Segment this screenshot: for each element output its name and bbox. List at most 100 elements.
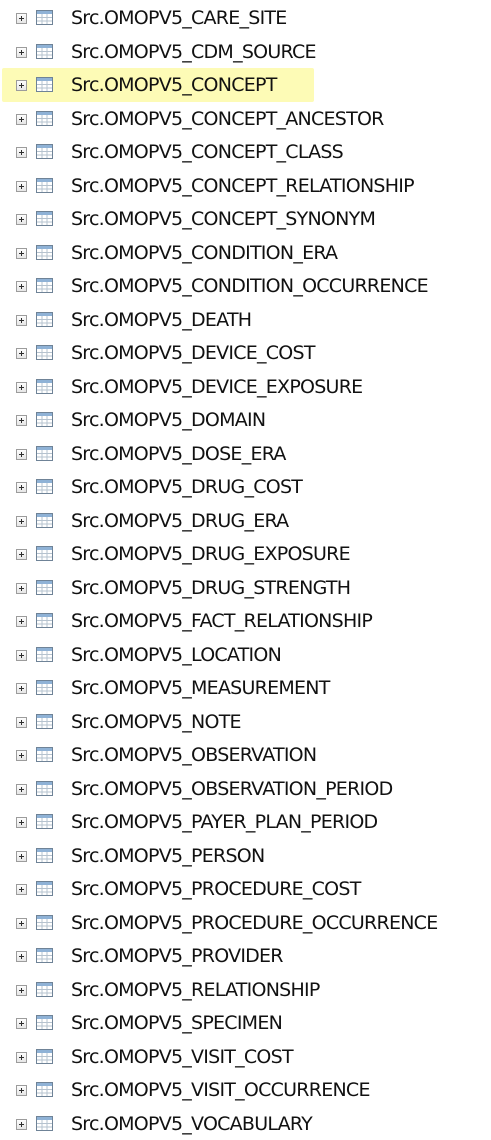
expand-plus-icon[interactable]: [16, 449, 27, 460]
expand-plus-icon[interactable]: [16, 750, 27, 761]
tree-node[interactable]: Src.OMOPV5_VOCABULARY: [0, 1107, 491, 1140]
tree-node[interactable]: Src.OMOPV5_CONCEPT_SYNONYM: [0, 202, 491, 236]
tree-node[interactable]: Src.OMOPV5_CONDITION_ERA: [0, 236, 491, 270]
expand-plus-icon[interactable]: [16, 851, 27, 862]
table-icon: [36, 1082, 53, 1097]
expand-plus-icon[interactable]: [16, 516, 27, 527]
tree-node[interactable]: Src.OMOPV5_DEVICE_EXPOSURE: [0, 370, 491, 404]
tree-node-label: Src.OMOPV5_CARE_SITE: [71, 6, 287, 30]
expand-plus-icon[interactable]: [16, 281, 27, 292]
expand-plus-icon[interactable]: [16, 1119, 27, 1130]
tree-node[interactable]: Src.OMOPV5_OBSERVATION_PERIOD: [0, 772, 491, 806]
expand-plus-icon[interactable]: [16, 918, 27, 929]
expand-plus-icon[interactable]: [16, 147, 27, 158]
expand-plus-icon[interactable]: [16, 1052, 27, 1063]
tree-node[interactable]: Src.OMOPV5_PROCEDURE_COST: [0, 872, 491, 906]
expand-plus-icon[interactable]: [16, 1085, 27, 1096]
expand-plus-icon[interactable]: [16, 683, 27, 694]
table-icon: [36, 111, 53, 126]
expand-plus-icon[interactable]: [16, 784, 27, 795]
tree-node[interactable]: Src.OMOPV5_LOCATION: [0, 638, 491, 672]
expand-plus-icon[interactable]: [16, 13, 27, 24]
tree-node[interactable]: Src.OMOPV5_CDM_SOURCE: [0, 35, 491, 69]
expand-plus-icon[interactable]: [16, 181, 27, 192]
expand-plus-icon[interactable]: [16, 415, 27, 426]
tree-node[interactable]: Src.OMOPV5_DRUG_EXPOSURE: [0, 537, 491, 571]
expand-plus-icon[interactable]: [16, 315, 27, 326]
tree-node[interactable]: Src.OMOPV5_DRUG_STRENGTH: [0, 571, 491, 605]
expand-plus-icon[interactable]: [16, 382, 27, 393]
tree-node[interactable]: Src.OMOPV5_OBSERVATION: [0, 738, 491, 772]
tree-node-label: Src.OMOPV5_CONCEPT_SYNONYM: [71, 207, 375, 231]
tree-node-label: Src.OMOPV5_SPECIMEN: [71, 1011, 282, 1035]
table-icon: [36, 580, 53, 595]
tree-node[interactable]: Src.OMOPV5_PAYER_PLAN_PERIOD: [0, 805, 491, 839]
tree-node[interactable]: Src.OMOPV5_CONCEPT_CLASS: [0, 135, 491, 169]
tree-node[interactable]: Src.OMOPV5_FACT_RELATIONSHIP: [0, 604, 491, 638]
expand-plus-icon[interactable]: [16, 248, 27, 259]
expand-plus-icon[interactable]: [16, 985, 27, 996]
tree-node[interactable]: Src.OMOPV5_SPECIMEN: [0, 1006, 491, 1040]
object-explorer-tree: Src.OMOPV5_CARE_SITE Src.OMOPV5_CDM_SOURC…: [0, 0, 491, 1133]
tree-node-label: Src.OMOPV5_OBSERVATION: [71, 743, 316, 767]
table-icon: [36, 948, 53, 963]
expand-plus-icon[interactable]: [16, 348, 27, 359]
tree-node[interactable]: Src.OMOPV5_RELATIONSHIP: [0, 973, 491, 1007]
tree-node[interactable]: Src.OMOPV5_CONCEPT: [0, 68, 491, 102]
tree-node-label: Src.OMOPV5_DRUG_EXPOSURE: [71, 542, 350, 566]
tree-node[interactable]: Src.OMOPV5_VISIT_OCCURRENCE: [0, 1073, 491, 1107]
tree-node[interactable]: Src.OMOPV5_VISIT_COST: [0, 1040, 491, 1074]
table-icon: [36, 10, 53, 25]
expand-plus-icon[interactable]: [16, 47, 27, 58]
expand-plus-icon[interactable]: [16, 549, 27, 560]
table-icon: [36, 278, 53, 293]
tree-node[interactable]: Src.OMOPV5_DOSE_ERA: [0, 437, 491, 471]
tree-node[interactable]: Src.OMOPV5_CONDITION_OCCURRENCE: [0, 269, 491, 303]
table-icon: [36, 781, 53, 796]
expand-plus-icon[interactable]: [16, 583, 27, 594]
tree-node-label: Src.OMOPV5_CONCEPT_CLASS: [71, 140, 343, 164]
table-icon: [36, 178, 53, 193]
tree-node-label: Src.OMOPV5_VISIT_COST: [71, 1045, 293, 1069]
tree-node[interactable]: Src.OMOPV5_PROCEDURE_OCCURRENCE: [0, 906, 491, 940]
tree-node[interactable]: Src.OMOPV5_DRUG_COST: [0, 470, 491, 504]
table-icon: [36, 44, 53, 59]
tree-node-label: Src.OMOPV5_DRUG_STRENGTH: [71, 576, 350, 600]
expand-plus-icon[interactable]: [16, 884, 27, 895]
tree-node[interactable]: Src.OMOPV5_DEVICE_COST: [0, 336, 491, 370]
tree-node-label: Src.OMOPV5_DEATH: [71, 308, 251, 332]
table-icon: [36, 513, 53, 528]
expand-plus-icon[interactable]: [16, 80, 27, 91]
tree-node[interactable]: Src.OMOPV5_MEASUREMENT: [0, 671, 491, 705]
tree-node[interactable]: Src.OMOPV5_DOMAIN: [0, 403, 491, 437]
table-icon: [36, 379, 53, 394]
expand-plus-icon[interactable]: [16, 717, 27, 728]
table-icon: [36, 77, 53, 92]
expand-plus-icon[interactable]: [16, 817, 27, 828]
expand-plus-icon[interactable]: [16, 214, 27, 225]
tree-node[interactable]: Src.OMOPV5_DRUG_ERA: [0, 504, 491, 538]
tree-node-label: Src.OMOPV5_CONDITION_ERA: [71, 241, 337, 265]
tree-node[interactable]: Src.OMOPV5_NOTE: [0, 705, 491, 739]
tree-node[interactable]: Src.OMOPV5_CONCEPT_RELATIONSHIP: [0, 169, 491, 203]
expand-plus-icon[interactable]: [16, 616, 27, 627]
tree-node-label: Src.OMOPV5_RELATIONSHIP: [71, 978, 320, 1002]
expand-plus-icon[interactable]: [16, 482, 27, 493]
tree-node[interactable]: Src.OMOPV5_DEATH: [0, 303, 491, 337]
expand-plus-icon[interactable]: [16, 951, 27, 962]
tree-node-label: Src.OMOPV5_PROCEDURE_COST: [71, 877, 361, 901]
table-icon: [36, 647, 53, 662]
expand-plus-icon[interactable]: [16, 114, 27, 125]
tree-node[interactable]: Src.OMOPV5_PROVIDER: [0, 939, 491, 973]
table-icon: [36, 412, 53, 427]
table-icon: [36, 881, 53, 896]
tree-node-label: Src.OMOPV5_VOCABULARY: [71, 1112, 312, 1136]
tree-node[interactable]: Src.OMOPV5_CARE_SITE: [0, 1, 491, 35]
table-icon: [36, 446, 53, 461]
tree-node[interactable]: Src.OMOPV5_CONCEPT_ANCESTOR: [0, 102, 491, 136]
expand-plus-icon[interactable]: [16, 650, 27, 661]
tree-node-label: Src.OMOPV5_DRUG_COST: [71, 475, 302, 499]
expand-plus-icon[interactable]: [16, 1018, 27, 1029]
tree-node-label: Src.OMOPV5_LOCATION: [71, 643, 281, 667]
tree-node[interactable]: Src.OMOPV5_PERSON: [0, 839, 491, 873]
